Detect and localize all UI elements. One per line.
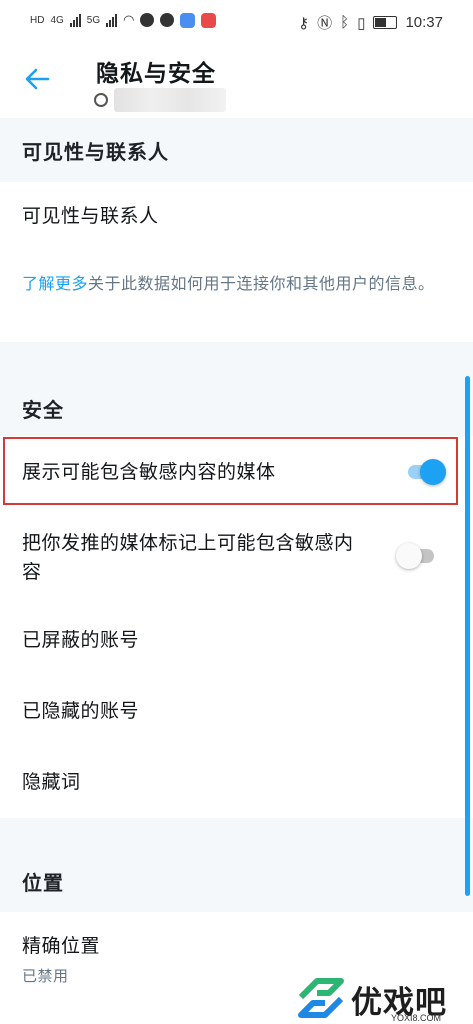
row-muted-accounts[interactable]: 已隐藏的账号 <box>0 677 473 747</box>
row-label: 精确位置 <box>22 935 101 957</box>
signal-icon-2 <box>106 13 118 27</box>
nfc-icon: Ⓝ <box>317 15 333 32</box>
section-heading-location: 位置 <box>22 871 64 895</box>
row-muted-words[interactable]: 隐藏词 <box>0 748 473 818</box>
5g-label: 5G <box>86 14 101 26</box>
watermark-logo-icon <box>298 978 344 1018</box>
battery-icon <box>373 16 398 29</box>
toggle-knob <box>396 543 422 569</box>
row-blocked-accounts[interactable]: 已屏蔽的账号 <box>0 606 473 676</box>
4g-label: 4G <box>50 14 64 26</box>
scrollbar[interactable] <box>465 376 470 896</box>
section-security: 安全 <box>0 342 473 436</box>
app-notification-icon <box>201 12 217 28</box>
clock: 10:37 <box>405 14 443 31</box>
section-location: 位置 <box>0 818 473 912</box>
highlight-box <box>3 437 458 505</box>
section-heading-visibility: 可见性与联系人 <box>22 140 169 164</box>
signal-icon <box>69 13 81 27</box>
navigation-icon <box>160 13 175 27</box>
key-icon: ⚷ <box>298 14 310 32</box>
watermark: 优戏吧 YOXI8.COM <box>295 975 473 1024</box>
row-visibility-contacts[interactable]: 可见性与联系人 <box>0 182 473 252</box>
mark-media-toggle[interactable] <box>396 542 436 570</box>
visibility-note-text: 关于此数据如何用于连接你和其他用户的信息。 <box>88 274 435 293</box>
row-sublabel: 已禁用 <box>22 967 69 985</box>
row-label: 已隐藏的账号 <box>22 700 140 722</box>
row-label: 把你发推的媒体标记上可能包含敏感内容 <box>22 532 354 583</box>
bluetooth-icon: ᛒ <box>340 14 350 31</box>
row-label: 可见性与联系人 <box>22 205 159 227</box>
status-bar-left: HD 4G 5G ◠ <box>30 12 217 28</box>
row-mark-media-sensitive[interactable]: 把你发推的媒体标记上可能包含敏感内容 <box>0 515 473 601</box>
row-label: 隐藏词 <box>22 771 81 793</box>
section-visibility: 可见性与联系人 <box>0 118 473 182</box>
at-icon <box>94 93 108 107</box>
status-bar-right: ⚷ Ⓝ ᛒ ▯ 10:37 <box>298 12 443 33</box>
visibility-note: 了解更多关于此数据如何用于连接你和其他用户的信息。 <box>22 270 462 297</box>
section-heading-security: 安全 <box>22 398 64 422</box>
shield-icon <box>140 13 155 27</box>
blurred-username <box>114 88 226 112</box>
wifi-icon: ◠ <box>123 12 135 27</box>
app-header: 隐私与安全 <box>0 46 473 118</box>
learn-more-link[interactable]: 了解更多 <box>22 274 88 293</box>
watermark-url: YOXI8.COM <box>391 1013 442 1023</box>
account-handle-redacted <box>94 88 226 112</box>
hd-label: HD <box>30 14 45 26</box>
row-label: 已屏蔽的账号 <box>22 629 140 651</box>
page-title: 隐私与安全 <box>96 61 216 87</box>
vibrate-icon: ▯ <box>357 14 366 32</box>
back-arrow-icon[interactable] <box>22 64 52 94</box>
music-app-icon <box>180 12 196 28</box>
status-bar: HD 4G 5G ◠ ⚷ Ⓝ ᛒ ▯ 10:37 <box>0 0 473 46</box>
